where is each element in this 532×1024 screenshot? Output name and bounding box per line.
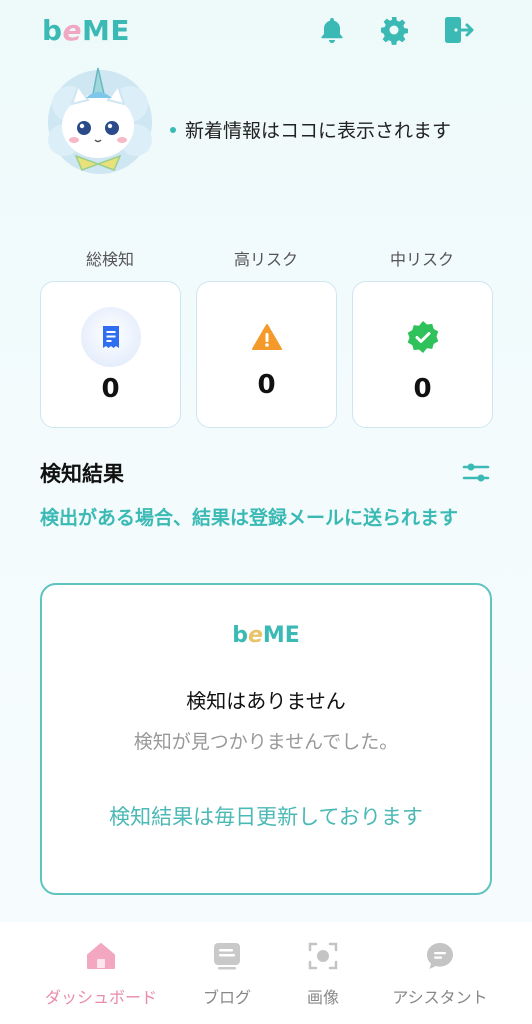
stat-card-medium-risk[interactable]: 0 (352, 281, 493, 428)
nav-label-blog: ブログ (202, 988, 251, 1007)
nav-item-image[interactable]: 画像 (288, 922, 358, 1024)
bottom-navigation: ダッシュボード ブログ 画像 アシスタント (0, 922, 532, 1024)
image-scan-icon (307, 940, 339, 972)
nav-item-dashboard[interactable]: ダッシュボード (36, 922, 166, 1024)
results-subtitle: 検出がある場合、結果は登録メールに送られます (40, 507, 459, 529)
card-logo: beME (232, 623, 300, 648)
news-message: 新着情報はココに表示されます (185, 120, 452, 142)
gear-icon[interactable] (378, 14, 410, 46)
stat-label-total: 総検知 (85, 250, 134, 269)
stat-label-high-risk: 高リスク (233, 250, 298, 269)
empty-title: 検知はありません (186, 689, 346, 713)
stat-value-high-risk: 0 (257, 370, 276, 400)
results-title: 検知結果 (40, 462, 124, 486)
stat-value-medium-risk: 0 (413, 374, 432, 404)
warning-icon (237, 307, 297, 367)
nav-label-assistant: アシスタント (392, 988, 488, 1007)
chat-icon (424, 940, 456, 972)
stat-card-high-risk[interactable]: 0 (196, 281, 337, 428)
app-header: beME (0, 0, 532, 64)
unicorn-mascot-image (38, 64, 158, 184)
app-logo: beME (42, 14, 131, 47)
bullet-dot (170, 126, 176, 133)
receipt-icon (80, 307, 141, 367)
nav-label-image: 画像 (306, 988, 339, 1007)
check-badge-icon (393, 307, 453, 367)
blog-icon (211, 940, 243, 972)
filter-sliders-icon[interactable] (461, 460, 491, 486)
nav-label-dashboard: ダッシュボード (44, 988, 157, 1007)
stat-card-total[interactable]: 0 (40, 281, 181, 428)
nav-item-blog[interactable]: ブログ (192, 922, 262, 1024)
results-empty-card: beME 検知はありません 検知が見つかりませんでした。 検知結果は毎日更新して… (40, 583, 492, 895)
home-icon (85, 940, 117, 972)
stat-label-medium-risk: 中リスク (389, 250, 454, 269)
logout-icon[interactable] (443, 14, 475, 46)
update-note: 検知結果は毎日更新しております (109, 805, 423, 829)
nav-item-assistant[interactable]: アシスタント (380, 922, 500, 1024)
news-banner: 新着情報はココに表示されます (38, 64, 498, 186)
news-text: 新着情報はココに表示されます (170, 116, 451, 143)
empty-subtitle: 検知が見つかりませんでした。 (133, 731, 399, 753)
bell-icon[interactable] (316, 14, 348, 46)
stat-value-total: 0 (101, 374, 120, 404)
